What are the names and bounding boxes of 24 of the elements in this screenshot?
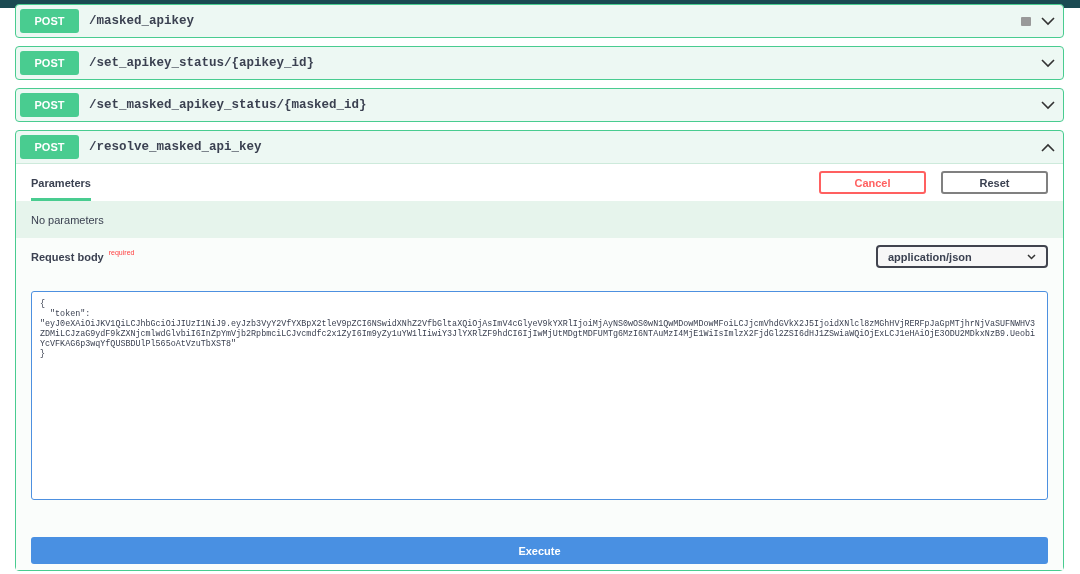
endpoint-path: /resolve_masked_api_key [89, 140, 263, 154]
operation-header[interactable]: POST /masked_apikey [16, 5, 1063, 37]
no-parameters-text: No parameters [16, 201, 1063, 238]
reset-button[interactable]: Reset [941, 171, 1048, 194]
method-badge: POST [20, 9, 79, 33]
chevron-down-icon[interactable] [1041, 100, 1055, 110]
lock-icon[interactable] [1021, 16, 1031, 26]
endpoint-path: /set_apikey_status/{apikey_id} [89, 56, 316, 70]
request-body-label: Request body [31, 250, 104, 263]
endpoint-path: /set_masked_apikey_status/{masked_id} [89, 98, 368, 112]
request-body-editor[interactable]: { "token": "eyJ0eXAiOiJKV1QiLCJhbGciOiJIUzI1NiJ9.eyJzb3VyY2VfYXBpX2tleV9pZCI6NSwidXNhZ2VfbGltaXQiOjAsImV4cGlyeV9kYXRlIjoiMjAyNS0wOS0wN1QwMDowMDowMFoiLCJjcmVhdGVkX2J5IjoidXNlcl8zMGhHVjRERFpJaGpMTjhrNjVaSUFNWHV3ZDMiLCJzaG9ydF9kZXNjcmlwdGlvbiI6InZpYmVjb2RpbmciLCJvcmdfc2x1ZyI6Im9yZy1uYW1lIiwiY3JlYXRlZF9hdCI6IjIwMjUtMDgtMDFUMTg6MzI6NTAuMzI4MjE1WiIsImlzX2FjdGl2ZSI6dHJ1ZSwiaWQiOjExLCJ1eHAiOjE3ODU2MDkxNzB9.UeobiYcVFKAG6p3wqYfQUSBDUlPl565oAtVzuTbXST8" } [31, 291, 1048, 500]
content-type-select[interactable]: application/json [876, 245, 1048, 268]
chevron-up-icon[interactable] [1041, 142, 1055, 152]
method-badge: POST [20, 93, 79, 117]
endpoint-path: /masked_apikey [89, 14, 196, 28]
operation-header[interactable]: POST /set_apikey_status/{apikey_id} [16, 47, 1063, 79]
operation-header[interactable]: POST /set_masked_apikey_status/{masked_id} [16, 89, 1063, 121]
parameters-tab[interactable]: Parameters [31, 164, 91, 201]
chevron-down-icon[interactable] [1041, 58, 1055, 68]
method-badge: POST [20, 51, 79, 75]
caret-icon [1027, 253, 1036, 260]
method-badge: POST [20, 135, 79, 159]
chevron-down-icon[interactable] [1041, 16, 1055, 26]
operation-header[interactable]: POST /resolve_masked_api_key [16, 131, 1063, 163]
